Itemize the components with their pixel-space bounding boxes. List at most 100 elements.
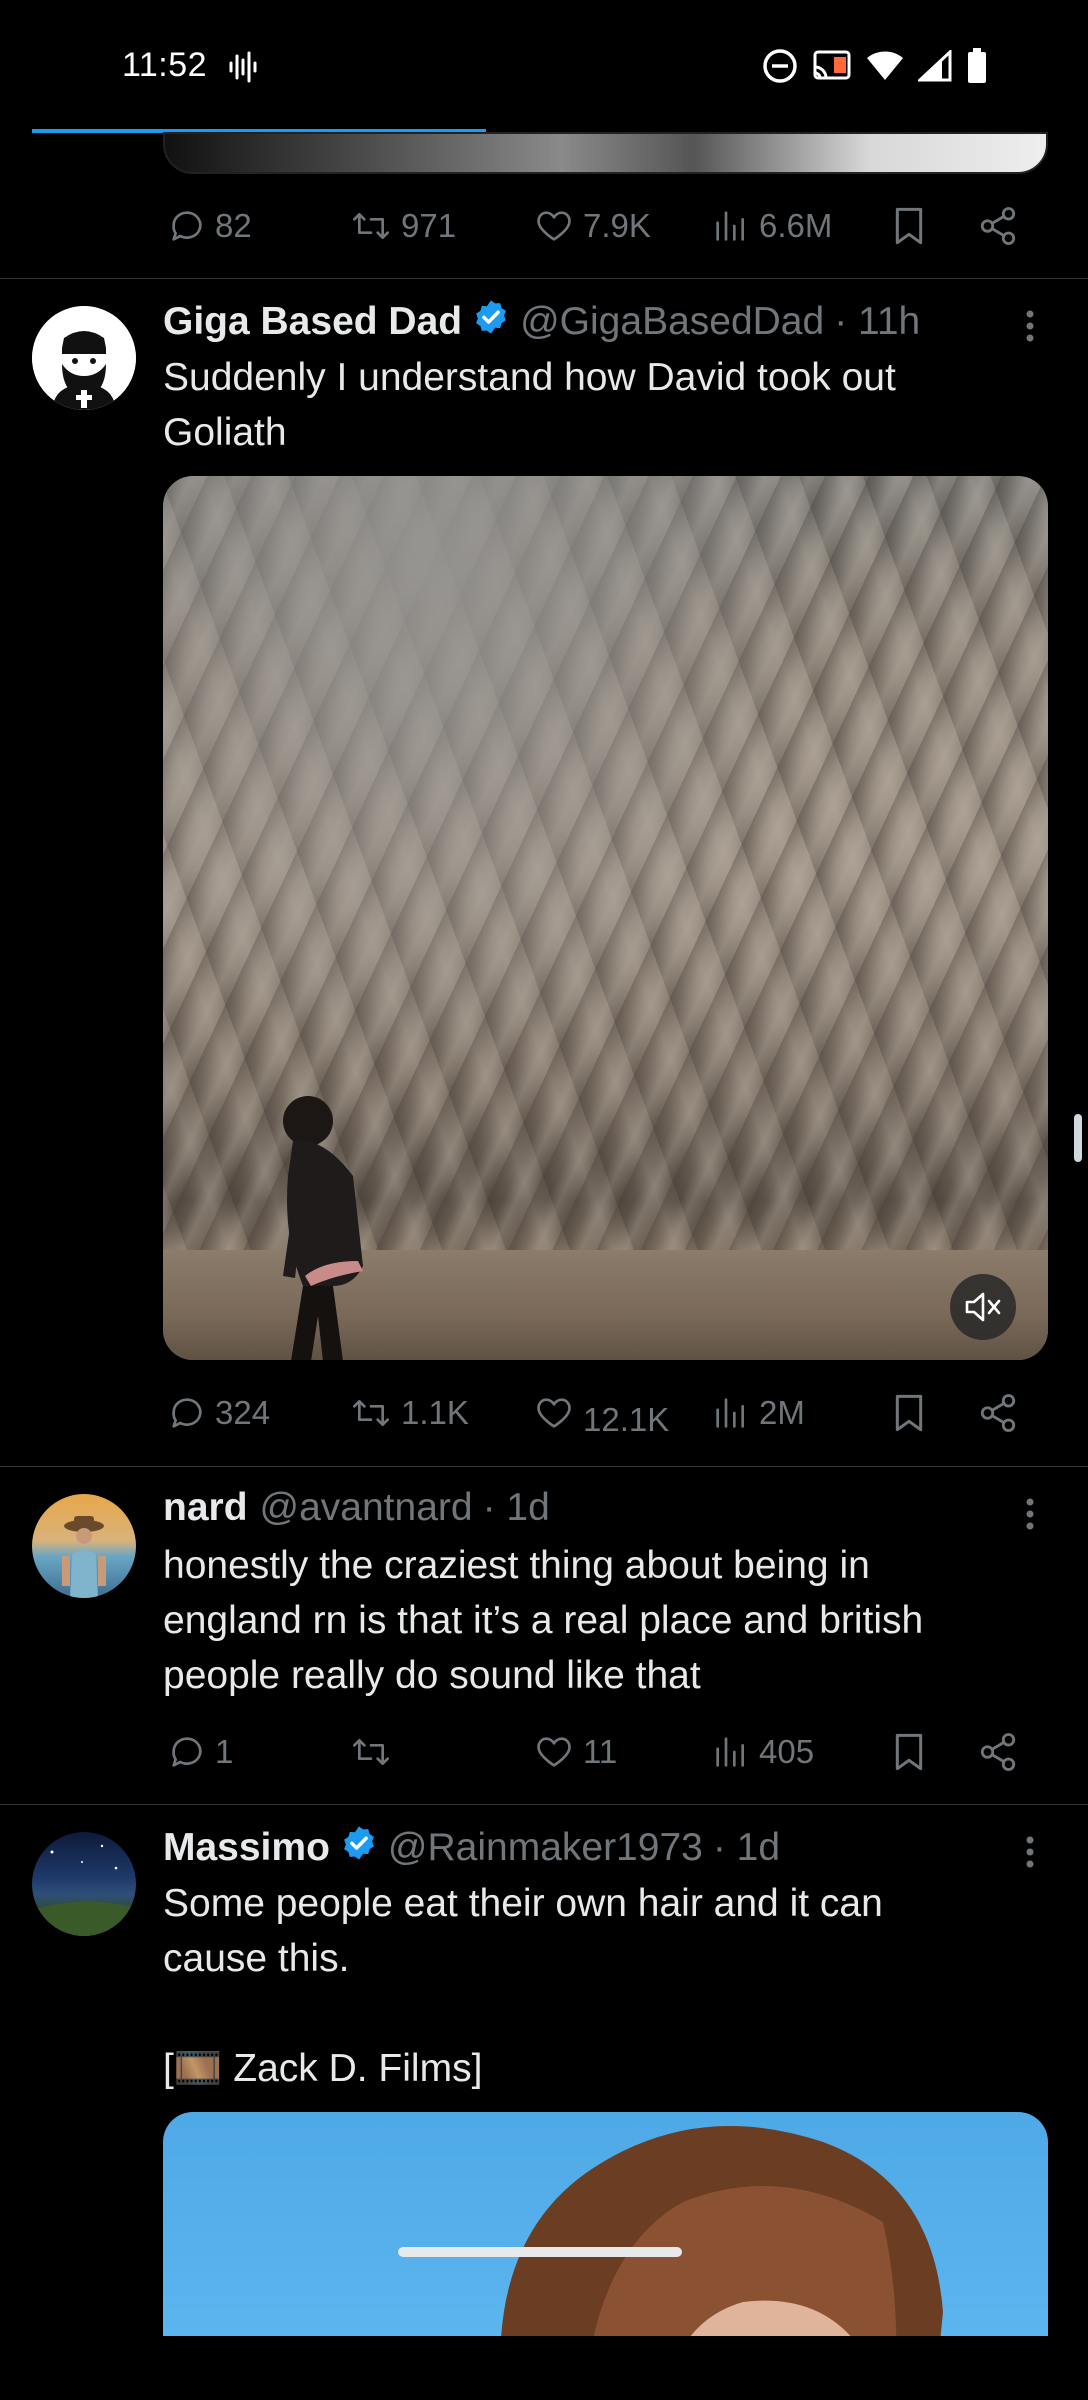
share-button[interactable]: [977, 196, 1019, 256]
tweet-text: Suddenly I understand how David took out…: [163, 350, 1033, 460]
tweet-text-line: Suddenly I understand how David took out: [163, 356, 896, 399]
views-icon: [711, 1393, 751, 1433]
signal-icon: [916, 48, 952, 87]
tweet-text-line: Goliath: [163, 411, 287, 454]
avatar-image: [62, 1516, 106, 1598]
home-gesture-bar[interactable]: [398, 2247, 682, 2257]
scrollbar-thumb[interactable]: [1074, 1114, 1082, 1162]
image-frame: [163, 2112, 1048, 2336]
credit-bracket: [: [163, 2047, 174, 2090]
tweet-text-line: cause this.: [163, 1937, 350, 1980]
more-options-button[interactable]: [1024, 1494, 1036, 1539]
author-name[interactable]: nard: [163, 1486, 248, 1530]
heart-icon: [533, 1393, 575, 1433]
more-options-button[interactable]: [1024, 306, 1036, 351]
avatar[interactable]: [32, 1832, 136, 1936]
reply-button[interactable]: 82: [167, 196, 252, 256]
heart-icon: [533, 1732, 575, 1772]
tweet-credit: [🎞️ Zack D. Films]: [163, 2041, 1033, 2096]
views-button[interactable]: 405: [711, 1722, 814, 1782]
previous-tweet-actions: 82 971 7.9K 6.6M: [163, 196, 1048, 256]
tweet-text-line: honestly the craziest thing about being …: [163, 1544, 870, 1587]
author-handle[interactable]: @avantnard: [260, 1486, 473, 1530]
more-vertical-icon: [1026, 1498, 1034, 1530]
reply-icon: [167, 1393, 207, 1433]
reply-button[interactable]: 1: [167, 1722, 233, 1782]
repost-count: 1.1K: [401, 1394, 469, 1431]
share-button[interactable]: [977, 1383, 1019, 1443]
views-button[interactable]: 2M: [711, 1383, 805, 1443]
mute-button[interactable]: [950, 1274, 1016, 1340]
like-count: 11: [583, 1733, 618, 1770]
bookmark-icon: [889, 1391, 929, 1435]
like-button[interactable]: 12.1K: [533, 1383, 669, 1443]
share-button[interactable]: [977, 1722, 1019, 1782]
bookmark-icon: [889, 204, 929, 248]
views-count: 2M: [759, 1394, 805, 1431]
reply-count: 82: [215, 207, 252, 244]
status-bar: 11:52: [0, 0, 1088, 132]
mute-icon: [965, 1292, 1001, 1322]
tweet-image[interactable]: [163, 2112, 1048, 2336]
more-vertical-icon: [1026, 310, 1034, 342]
repost-icon: [349, 1732, 393, 1772]
repost-button[interactable]: 1.1K: [349, 1383, 469, 1443]
repost-count: 971: [401, 207, 457, 244]
tweet-time: · 1d: [712, 1826, 781, 1869]
cast-icon: [812, 49, 852, 88]
avatar-image: [32, 1844, 136, 1936]
image-hair: [501, 2126, 943, 2336]
reply-button[interactable]: 324: [167, 1383, 270, 1443]
bookmark-button[interactable]: [889, 196, 929, 256]
tweet-video[interactable]: [163, 476, 1048, 1360]
reply-icon: [167, 206, 207, 246]
repost-button[interactable]: 971: [349, 196, 456, 256]
avatar-image: [32, 306, 136, 410]
divider: [0, 278, 1088, 279]
tweet-time: · 1d: [482, 1486, 550, 1529]
repost-icon: [349, 206, 393, 246]
bookmark-button[interactable]: [889, 1383, 929, 1443]
author-handle[interactable]: @GigaBasedDad: [520, 300, 824, 344]
tweet-text: Some people eat their own hair and it ca…: [163, 1876, 1033, 2096]
like-button[interactable]: 7.9K: [533, 196, 651, 256]
tweet-header: Giga Based Dad @GigaBasedDad · 11h: [163, 298, 920, 346]
author-name[interactable]: Giga Based Dad: [163, 300, 462, 344]
bookmark-icon: [889, 1730, 929, 1774]
film-frames-icon: 🎞️: [173, 2047, 223, 2090]
author-handle[interactable]: @Rainmaker1973: [388, 1826, 703, 1870]
bookmark-button[interactable]: [889, 1722, 929, 1782]
tweet-text-line: Some people eat their own hair and it ca…: [163, 1882, 883, 1925]
like-button[interactable]: 11: [533, 1722, 617, 1782]
do-not-disturb-icon: [762, 48, 798, 89]
like-count: 7.9K: [583, 207, 651, 244]
previous-tweet-media[interactable]: [163, 132, 1048, 174]
views-count: 6.6M: [759, 207, 833, 244]
divider: [0, 1804, 1088, 1805]
divider: [0, 1466, 1088, 1467]
status-time: 11:52: [122, 46, 208, 84]
views-icon: [711, 206, 751, 246]
share-icon: [977, 1731, 1019, 1773]
reply-icon: [167, 1732, 207, 1772]
views-count: 405: [759, 1733, 815, 1770]
share-icon: [977, 205, 1019, 247]
tweet-text-line: england rn is that it’s a real place and…: [163, 1599, 924, 1642]
reply-count: 324: [215, 1394, 271, 1431]
tweet-time: · 11h: [834, 300, 921, 343]
tweet-actions: 1 11 405: [163, 1722, 1048, 1782]
avatar[interactable]: [32, 306, 136, 410]
more-options-button[interactable]: [1024, 1832, 1036, 1877]
views-icon: [711, 1732, 751, 1772]
video-frame: [163, 476, 1048, 1360]
voice-wave-icon: [228, 50, 258, 89]
credit-text: Zack D. Films]: [222, 2047, 483, 2090]
tweet-text: honestly the craziest thing about being …: [163, 1538, 1033, 1703]
views-button[interactable]: 6.6M: [711, 196, 832, 256]
avatar[interactable]: [32, 1494, 136, 1598]
tweet-header: Massimo @Rainmaker1973 · 1d: [163, 1824, 780, 1872]
repost-button[interactable]: [349, 1722, 401, 1782]
tweet-actions: 324 1.1K 12.1K 2M: [163, 1383, 1048, 1443]
author-name[interactable]: Massimo: [163, 1826, 330, 1870]
more-vertical-icon: [1026, 1836, 1034, 1868]
